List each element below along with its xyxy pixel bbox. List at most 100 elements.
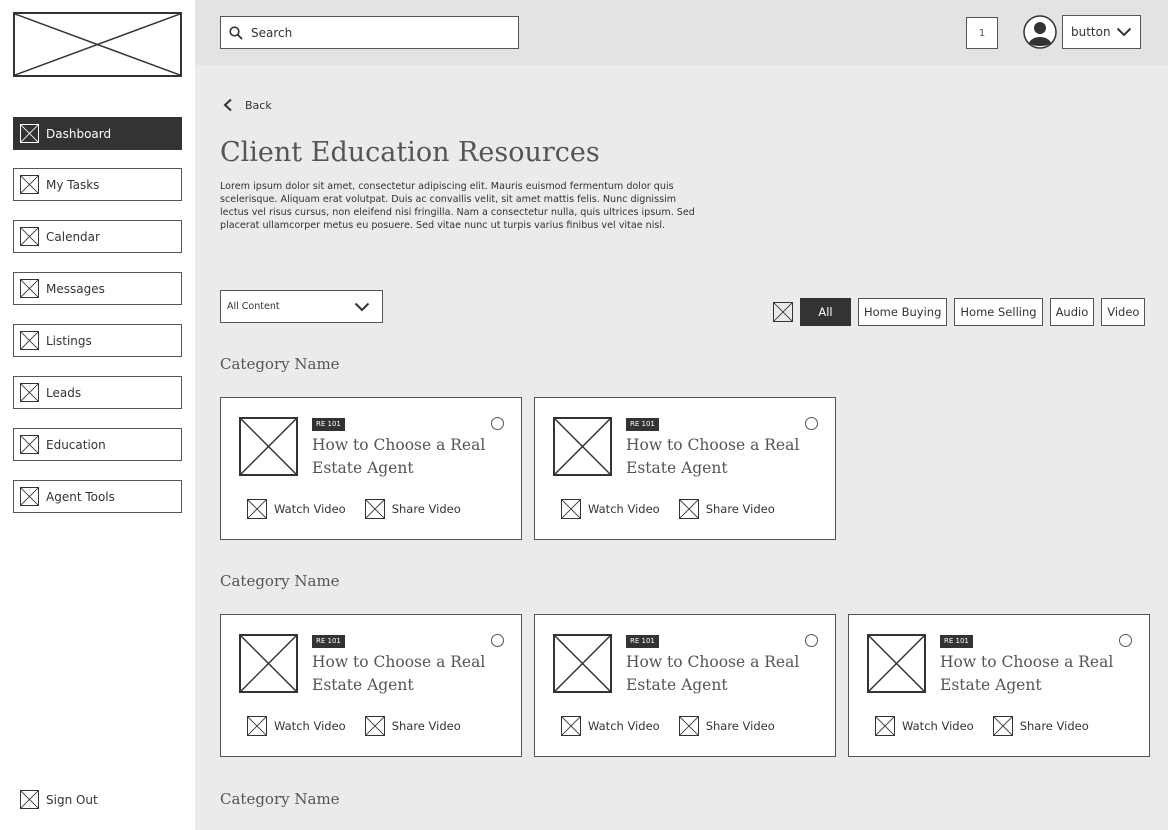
select-radio[interactable]	[491, 634, 504, 647]
avatar-icon[interactable]	[1023, 15, 1057, 49]
sidebar-item-label: Dashboard	[46, 126, 112, 141]
sidebar-item-dashboard[interactable]: Dashboard	[13, 117, 182, 150]
card-title: How to Choose a Real Estate Agent	[312, 436, 486, 477]
search-box[interactable]	[220, 16, 519, 49]
filter-home-selling[interactable]: Home Selling	[954, 298, 1043, 326]
sidebar-item-education[interactable]: Education	[13, 428, 182, 461]
share-video-label: Share Video	[391, 719, 461, 733]
watch-video-icon	[247, 499, 267, 519]
sidebar-item-label: Messages	[46, 281, 105, 296]
share-video-button[interactable]: Share Video	[678, 716, 775, 736]
share-video-label: Share Video	[1019, 719, 1089, 733]
placeholder-icon	[20, 383, 39, 402]
sidebar-item-messages[interactable]: Messages	[13, 272, 182, 305]
thumbnail-placeholder-image	[239, 417, 298, 476]
resource-card[interactable]: RE 101 How to Choose a Real Estate Agent…	[220, 614, 522, 757]
back-link[interactable]: Back	[223, 98, 272, 112]
placeholder-icon	[20, 435, 39, 454]
course-badge: RE 101	[312, 418, 345, 431]
watch-video-label: Watch Video	[902, 719, 974, 733]
user-menu-button[interactable]: button	[1062, 15, 1141, 49]
chevron-down-icon	[354, 302, 370, 311]
watch-video-button[interactable]: Watch Video	[247, 716, 346, 736]
filter-video[interactable]: Video	[1101, 298, 1146, 326]
select-radio[interactable]	[491, 417, 504, 430]
top-bar: 1 button	[195, 0, 1168, 65]
watch-video-label: Watch Video	[588, 719, 660, 733]
thumbnail-placeholder-image	[553, 417, 612, 476]
placeholder-icon	[20, 279, 39, 298]
sidebar-item-listings[interactable]: Listings	[13, 324, 182, 357]
content-type-select-value: All Content	[227, 301, 280, 312]
category-title: Category Name	[220, 572, 340, 590]
placeholder-icon	[20, 227, 39, 246]
card-actions: Watch Video Share Video	[247, 716, 480, 736]
sidebar-item-label: Calendar	[46, 229, 100, 244]
sidebar-item-calendar[interactable]: Calendar	[13, 220, 182, 253]
watch-video-button[interactable]: Watch Video	[561, 499, 660, 519]
resource-card[interactable]: RE 101 How to Choose a Real Estate Agent…	[848, 614, 1150, 757]
sign-out-icon	[20, 790, 39, 809]
watch-video-label: Watch Video	[274, 502, 346, 516]
select-radio[interactable]	[805, 417, 818, 430]
share-video-button[interactable]: Share Video	[992, 716, 1089, 736]
placeholder-icon	[20, 175, 39, 194]
resource-card[interactable]: RE 101 How to Choose a Real Estate Agent…	[534, 614, 836, 757]
watch-video-button[interactable]: Watch Video	[247, 499, 346, 519]
search-icon	[229, 25, 243, 40]
placeholder-icon	[20, 331, 39, 350]
filter-icon[interactable]	[773, 302, 793, 322]
course-badge: RE 101	[626, 418, 659, 431]
sidebar-item-label: Listings	[46, 333, 92, 348]
sidebar: Dashboard My Tasks Calendar Messages Lis…	[0, 0, 195, 830]
sign-out-button[interactable]: Sign Out	[20, 790, 98, 809]
course-badge: RE 101	[312, 635, 345, 648]
select-radio[interactable]	[805, 634, 818, 647]
sidebar-item-label: My Tasks	[46, 177, 100, 192]
card-title: How to Choose a Real Estate Agent	[940, 653, 1114, 694]
chevron-left-icon	[223, 98, 232, 112]
sidebar-item-leads[interactable]: Leads	[13, 376, 182, 409]
share-video-icon	[678, 716, 699, 736]
filter-home-buying[interactable]: Home Buying	[858, 298, 948, 326]
resource-card[interactable]: RE 101 How to Choose a Real Estate Agent…	[534, 397, 836, 540]
watch-video-button[interactable]: Watch Video	[561, 716, 660, 736]
filter-all[interactable]: All	[800, 298, 851, 326]
filter-bar: All Home Buying Home Selling Audio Video	[773, 298, 1152, 326]
watch-video-icon	[561, 499, 581, 519]
content-type-select[interactable]: All Content	[220, 290, 383, 323]
sidebar-item-my-tasks[interactable]: My Tasks	[13, 168, 182, 201]
share-video-icon	[364, 716, 385, 736]
page-title: Client Education Resources	[220, 137, 600, 168]
share-video-icon	[992, 716, 1013, 736]
resource-card[interactable]: RE 101 How to Choose a Real Estate Agent…	[220, 397, 522, 540]
share-video-label: Share Video	[391, 502, 461, 516]
search-input[interactable]	[251, 25, 501, 40]
course-badge: RE 101	[626, 635, 659, 648]
select-radio[interactable]	[1119, 634, 1132, 647]
share-video-icon	[364, 499, 385, 519]
sidebar-item-label: Leads	[46, 385, 82, 400]
filter-audio[interactable]: Audio	[1049, 298, 1095, 326]
category-title: Category Name	[220, 790, 340, 808]
category-title: Category Name	[220, 355, 340, 373]
card-actions: Watch Video Share Video	[875, 716, 1108, 736]
share-video-button[interactable]: Share Video	[364, 716, 461, 736]
thumbnail-placeholder-image	[553, 634, 612, 693]
card-actions: Watch Video Share Video	[561, 499, 794, 519]
sidebar-item-agent-tools[interactable]: Agent Tools	[13, 480, 182, 513]
page-description: Lorem ipsum dolor sit amet, consectetur …	[220, 181, 695, 231]
user-menu-label: button	[1071, 25, 1111, 39]
share-video-button[interactable]: Share Video	[678, 499, 775, 519]
watch-video-label: Watch Video	[588, 502, 660, 516]
share-video-button[interactable]: Share Video	[364, 499, 461, 519]
card-title: How to Choose a Real Estate Agent	[626, 436, 800, 477]
notification-badge[interactable]: 1	[966, 17, 998, 49]
watch-video-button[interactable]: Watch Video	[875, 716, 974, 736]
share-video-label: Share Video	[705, 719, 775, 733]
sidebar-item-label: Education	[46, 437, 106, 452]
placeholder-icon	[20, 487, 39, 506]
watch-video-icon	[247, 716, 267, 736]
placeholder-icon	[20, 124, 39, 143]
logo-placeholder-image	[13, 12, 182, 77]
